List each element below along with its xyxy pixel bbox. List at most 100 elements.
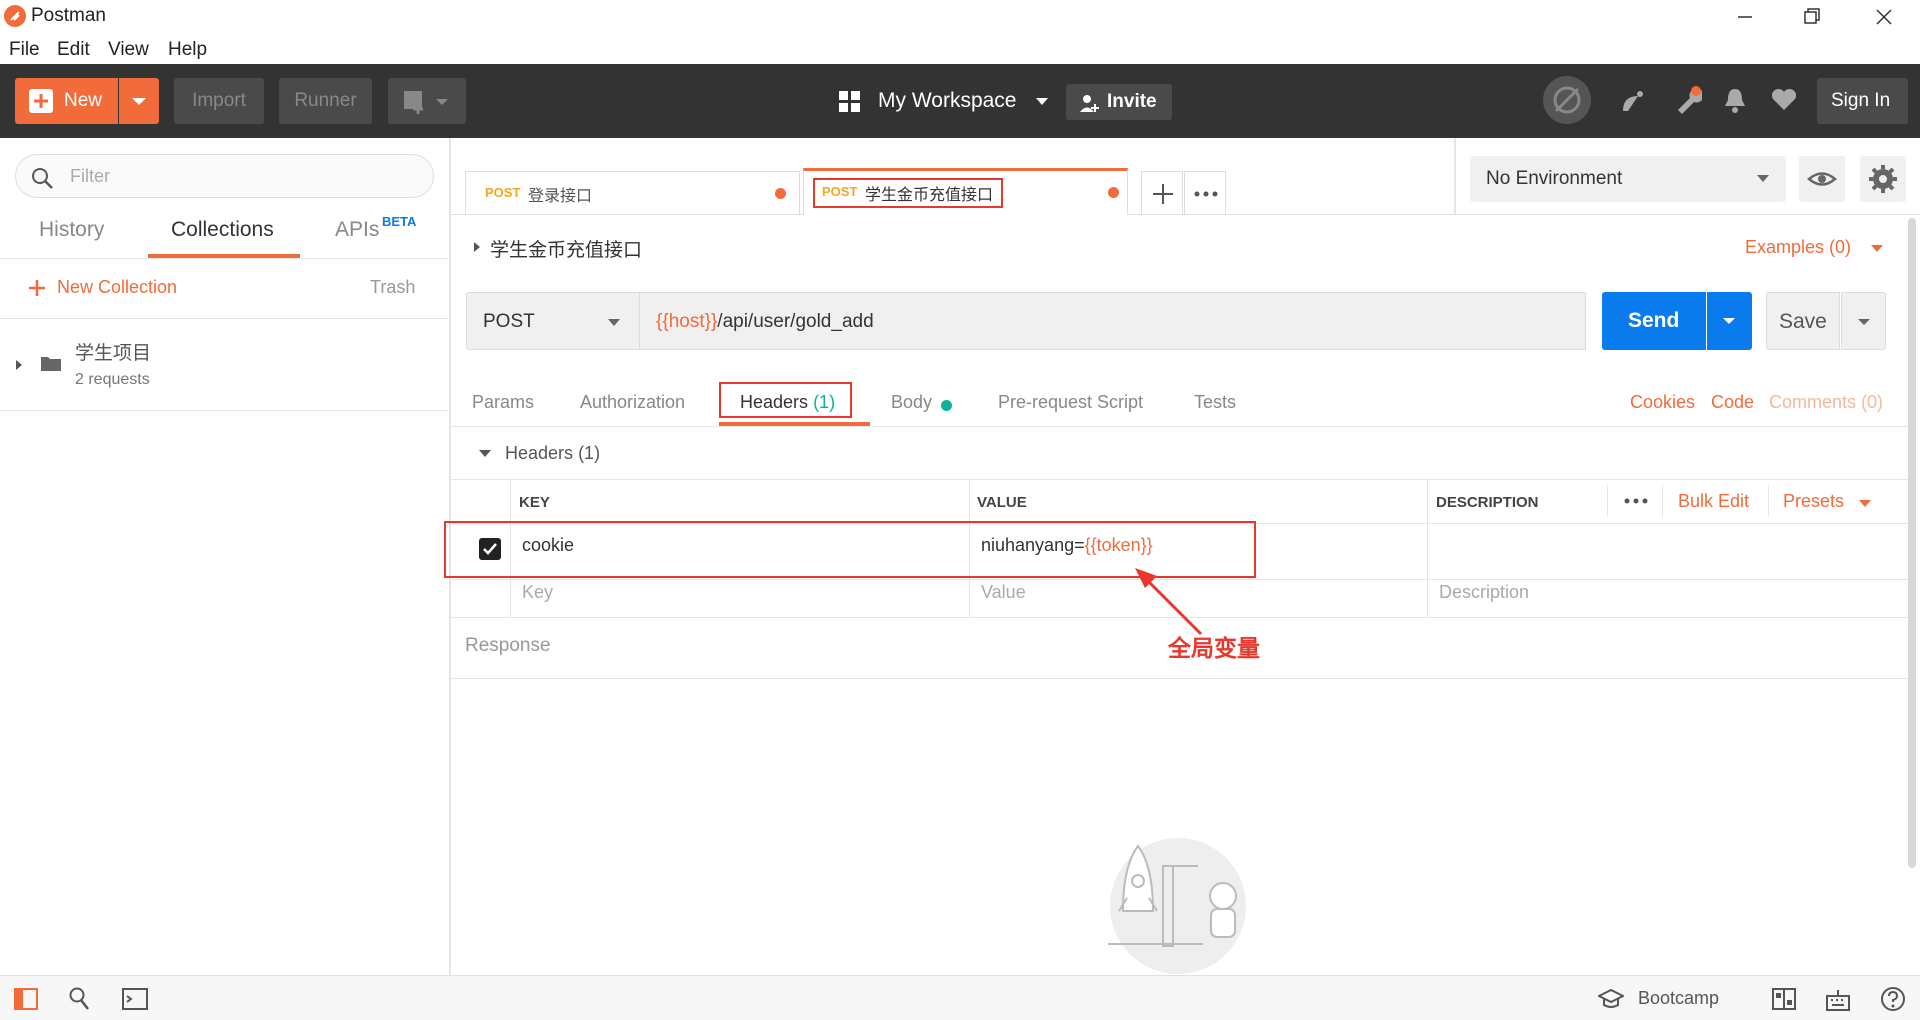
new-value-input[interactable]: Value bbox=[981, 582, 1026, 603]
heart-icon[interactable] bbox=[1770, 88, 1798, 112]
bootcamp-link[interactable]: Bootcamp bbox=[1638, 988, 1719, 1009]
trash-link[interactable]: Trash bbox=[370, 277, 415, 298]
runner-button[interactable]: Runner bbox=[279, 78, 372, 124]
satellite-icon[interactable] bbox=[1618, 86, 1648, 116]
table-border bbox=[1607, 485, 1608, 517]
find-icon[interactable] bbox=[68, 986, 90, 1012]
manage-environments-button[interactable] bbox=[1860, 156, 1906, 202]
highlight-box-tab bbox=[813, 178, 1003, 208]
more-icon[interactable] bbox=[1621, 491, 1651, 511]
filter-input[interactable]: Filter bbox=[15, 154, 434, 198]
eye-icon bbox=[1807, 172, 1837, 186]
restore-button[interactable] bbox=[1797, 4, 1827, 30]
environment-select[interactable]: No Environment bbox=[1470, 156, 1786, 202]
beta-badge: BETA bbox=[382, 214, 417, 229]
menu-edit[interactable]: Edit bbox=[57, 39, 90, 61]
menu-file[interactable]: File bbox=[9, 39, 40, 61]
environment-quick-look-button[interactable] bbox=[1799, 156, 1845, 202]
wrench-icon[interactable] bbox=[1672, 84, 1702, 116]
tab-authorization[interactable]: Authorization bbox=[580, 392, 685, 413]
send-dropdown-button[interactable] bbox=[1707, 292, 1752, 350]
menu-help[interactable]: Help bbox=[168, 39, 207, 61]
chevron-down-icon bbox=[1859, 500, 1871, 507]
minimize-button[interactable] bbox=[1730, 4, 1760, 30]
url-text: {{host}}/api/user/gold_add bbox=[656, 311, 874, 333]
keyboard-shortcuts-icon[interactable] bbox=[1826, 988, 1850, 1012]
more-tabs-button[interactable] bbox=[1184, 171, 1226, 214]
code-link[interactable]: Code bbox=[1711, 392, 1754, 413]
save-button[interactable]: Save bbox=[1766, 292, 1840, 350]
request-tab-login[interactable]: POST 登录接口 bbox=[465, 171, 800, 214]
bulk-edit-link[interactable]: Bulk Edit bbox=[1678, 491, 1749, 512]
new-collection-label: New Collection bbox=[57, 277, 178, 297]
url-path: /api/user/gold_add bbox=[717, 311, 874, 332]
status-bar: Bootcamp bbox=[0, 975, 1920, 1020]
request-title[interactable]: 学生金币充值接口 bbox=[490, 235, 642, 262]
toggle-sidebar-icon[interactable] bbox=[14, 988, 38, 1010]
new-collection-button[interactable]: New Collection bbox=[27, 274, 197, 304]
search-icon bbox=[32, 168, 53, 189]
examples-dropdown[interactable]: Examples (0) bbox=[1745, 237, 1851, 258]
tab-params[interactable]: Params bbox=[472, 392, 534, 413]
table-border bbox=[451, 479, 1911, 480]
gear-icon bbox=[1869, 165, 1897, 193]
chevron-down-icon bbox=[1871, 245, 1883, 252]
main-scrollbar[interactable] bbox=[1908, 218, 1916, 868]
rocket-illustration bbox=[1108, 838, 1246, 974]
tab-body-label: Body bbox=[891, 392, 933, 412]
collection-name: 学生项目 bbox=[75, 342, 152, 364]
tab-history[interactable]: History bbox=[39, 218, 104, 242]
environment-panel bbox=[1454, 138, 1456, 215]
invite-button[interactable]: Invite bbox=[1066, 84, 1172, 120]
plus-icon bbox=[29, 89, 53, 113]
add-window-icon bbox=[404, 91, 448, 114]
new-description-input[interactable]: Description bbox=[1439, 582, 1529, 603]
chevron-down-icon bbox=[1723, 318, 1735, 324]
unsaved-dot-icon bbox=[1108, 187, 1119, 198]
new-key-input[interactable]: Key bbox=[522, 582, 553, 603]
grid-icon bbox=[839, 91, 860, 112]
help-icon[interactable] bbox=[1880, 986, 1906, 1012]
two-pane-view-icon[interactable] bbox=[1772, 988, 1796, 1010]
collection-item[interactable] bbox=[0, 320, 449, 408]
sign-in-button[interactable]: Sign In bbox=[1817, 78, 1908, 124]
notification-bell-icon[interactable] bbox=[1722, 86, 1748, 114]
tab-collections[interactable]: Collections bbox=[171, 218, 274, 242]
save-label: Save bbox=[1779, 310, 1827, 333]
add-tab-button[interactable] bbox=[1141, 171, 1183, 214]
close-window-button[interactable] bbox=[1869, 4, 1899, 30]
url-input[interactable]: {{host}}/api/user/gold_add bbox=[640, 292, 1586, 350]
folder-icon bbox=[41, 357, 61, 371]
tab-tests[interactable]: Tests bbox=[1194, 392, 1236, 413]
tab-apis[interactable]: APIs bbox=[335, 218, 379, 242]
menu-bar: File Edit View Help bbox=[0, 34, 1920, 64]
workspace-selector[interactable]: My Workspace bbox=[838, 82, 1053, 120]
save-dropdown-button[interactable] bbox=[1841, 292, 1886, 350]
sign-in-label: Sign In bbox=[1831, 90, 1891, 111]
body-indicator-dot-icon bbox=[941, 400, 952, 411]
menu-view[interactable]: View bbox=[108, 39, 149, 61]
tab-body[interactable]: Body bbox=[891, 392, 932, 413]
chevron-down-icon bbox=[1858, 319, 1870, 325]
new-window-button[interactable] bbox=[388, 78, 466, 124]
new-button[interactable]: New bbox=[15, 78, 118, 124]
send-button[interactable]: Send bbox=[1602, 292, 1706, 350]
tab-prerequest-script[interactable]: Pre-request Script bbox=[998, 392, 1143, 413]
chevron-down-icon bbox=[1757, 175, 1769, 182]
comments-link[interactable]: Comments (0) bbox=[1769, 392, 1883, 413]
cookies-link[interactable]: Cookies bbox=[1630, 392, 1695, 413]
headers-section-title[interactable]: Headers (1) bbox=[505, 443, 600, 464]
add-user-icon bbox=[1080, 95, 1099, 112]
column-header-key: KEY bbox=[519, 494, 550, 511]
table-border bbox=[1768, 485, 1769, 517]
more-icon bbox=[1194, 191, 1218, 197]
method-label: POST bbox=[483, 311, 535, 332]
import-button[interactable]: Import bbox=[174, 78, 264, 124]
console-icon[interactable] bbox=[122, 988, 148, 1010]
chevron-down-icon bbox=[608, 319, 620, 326]
presets-dropdown[interactable]: Presets bbox=[1783, 491, 1844, 512]
sync-off-icon[interactable] bbox=[1543, 76, 1591, 124]
new-dropdown-button[interactable] bbox=[119, 78, 159, 124]
plus-icon bbox=[1153, 184, 1173, 204]
method-select[interactable]: POST bbox=[466, 292, 640, 350]
